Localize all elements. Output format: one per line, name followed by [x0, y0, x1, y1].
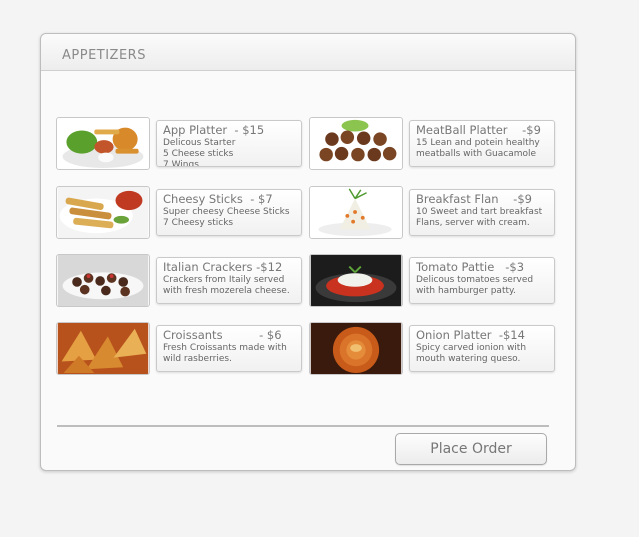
place-order-button[interactable]: Place Order — [395, 433, 547, 465]
meatball-platter-desc: 15 Lean and potein healthy meatballs wit… — [416, 138, 540, 159]
croissants-card[interactable]: Croissants - $6 Fresh Croissants made wi… — [156, 325, 302, 372]
croissants-desc: Fresh Croissants made with wild rasberri… — [163, 343, 287, 364]
meatball-platter-title: MeatBall Platter -$9 — [416, 123, 541, 137]
app-platter-image — [56, 117, 150, 170]
breakfast-flan-title: Breakfast Flan -$9 — [416, 192, 532, 206]
appetizers-panel: APPETIZERS App Platter - $15 Delicous St… — [40, 33, 576, 471]
menu-item-onion-platter[interactable]: Onion Platter -$14 Spicy carved ionion w… — [309, 322, 559, 376]
onion-platter-title: Onion Platter -$14 — [416, 328, 525, 342]
tomato-pattie-card[interactable]: Tomato Pattie -$3 Delicous tomatoes serv… — [409, 257, 555, 304]
menu-item-app-platter[interactable]: App Platter - $15 Delicous Starter 5 Che… — [56, 117, 306, 171]
italian-crackers-desc: Crackers from Itaily served with fresh m… — [163, 275, 290, 296]
panel-title: APPETIZERS — [62, 48, 146, 63]
meatball-platter-card[interactable]: MeatBall Platter -$9 15 Lean and potein … — [409, 120, 555, 167]
onion-platter-card[interactable]: Onion Platter -$14 Spicy carved ionion w… — [409, 325, 555, 372]
menu-item-italian-crackers[interactable]: Italian Crackers -$12 Crackers from Itai… — [56, 254, 306, 308]
italian-crackers-image — [56, 254, 150, 307]
croissants-image — [56, 322, 150, 375]
menu-item-meatball-platter[interactable]: MeatBall Platter -$9 15 Lean and potein … — [309, 117, 559, 171]
menu-item-cheesy-sticks[interactable]: Cheesy Sticks - $7 Super cheesy Cheese S… — [56, 186, 306, 240]
app-platter-desc: Delicous Starter 5 Cheese sticks 7 Wings — [163, 138, 236, 167]
italian-crackers-card[interactable]: Italian Crackers -$12 Crackers from Itai… — [156, 257, 302, 304]
cheesy-sticks-desc: Super cheesy Cheese Sticks 7 Cheesy stic… — [163, 207, 290, 228]
cheesy-sticks-title: Cheesy Sticks - $7 — [163, 192, 273, 206]
meatball-platter-image — [309, 117, 403, 170]
italian-crackers-title: Italian Crackers -$12 — [163, 260, 283, 274]
tomato-pattie-title: Tomato Pattie -$3 — [416, 260, 525, 274]
cheesy-sticks-card[interactable]: Cheesy Sticks - $7 Super cheesy Cheese S… — [156, 189, 302, 236]
tomato-pattie-desc: Delicous tomatoes served with hamburger … — [416, 275, 534, 296]
breakfast-flan-image — [309, 186, 403, 239]
app-platter-card[interactable]: App Platter - $15 Delicous Starter 5 Che… — [156, 120, 302, 167]
menu-item-croissants[interactable]: Croissants - $6 Fresh Croissants made wi… — [56, 322, 306, 376]
breakfast-flan-card[interactable]: Breakfast Flan -$9 10 Sweet and tart bre… — [409, 189, 555, 236]
divider — [57, 425, 549, 427]
onion-platter-desc: Spicy carved ionion with mouth watering … — [416, 343, 527, 364]
breakfast-flan-desc: 10 Sweet and tart breakfast Flans, serve… — [416, 207, 543, 228]
cheesy-sticks-image — [56, 186, 150, 239]
menu-item-tomato-pattie[interactable]: Tomato Pattie -$3 Delicous tomatoes serv… — [309, 254, 559, 308]
tomato-pattie-image — [309, 254, 403, 307]
croissants-title: Croissants - $6 — [163, 328, 282, 342]
onion-platter-image — [309, 322, 403, 375]
app-platter-title: App Platter - $15 — [163, 123, 265, 137]
panel-header: APPETIZERS — [41, 34, 575, 71]
menu-item-breakfast-flan[interactable]: Breakfast Flan -$9 10 Sweet and tart bre… — [309, 186, 559, 240]
